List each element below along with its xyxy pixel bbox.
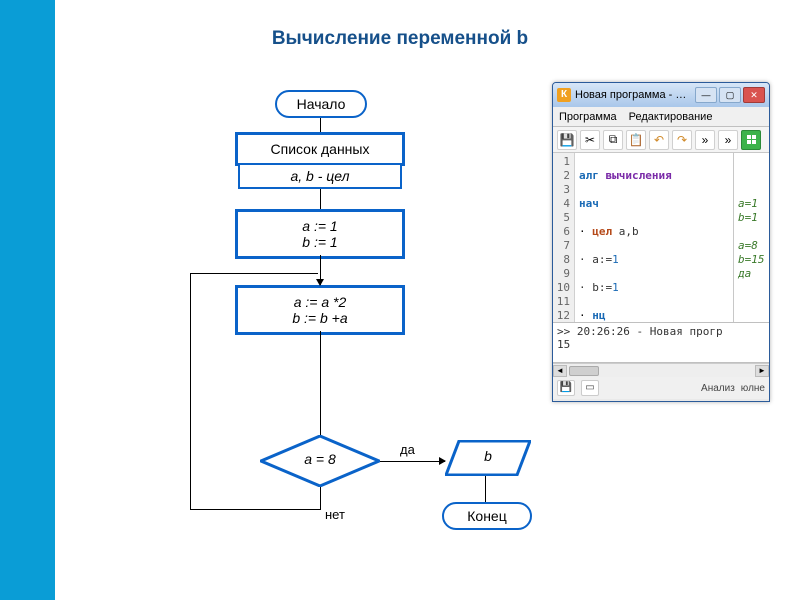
window-title: Новая программа - … (575, 89, 695, 101)
redo-icon[interactable]: ↷ (672, 130, 692, 150)
flow-no-label: нет (325, 507, 345, 522)
toolbar-more-2[interactable]: » (718, 130, 738, 150)
page-title: Вычисление переменной b (0, 28, 800, 50)
flow-start: Начало (275, 90, 367, 118)
flow-init: a := 1 b := 1 (235, 209, 405, 259)
flow-output: b (445, 440, 531, 476)
kumir-window: К Новая программа - … — ▢ ✕ Программа Ре… (552, 82, 770, 402)
menu-program[interactable]: Программа (559, 111, 617, 123)
status-console-icon[interactable]: ▭ (581, 380, 599, 396)
undo-icon[interactable]: ↶ (649, 130, 669, 150)
scroll-right-icon[interactable]: ► (755, 365, 769, 377)
code-editor[interactable]: 123 456 789 101112 алг вычисления нач · … (553, 153, 769, 323)
sidebar-stripe (0, 0, 55, 600)
status-full[interactable]: юлне (741, 383, 765, 394)
status-analyze[interactable]: Анализ (701, 383, 735, 394)
copy-icon[interactable]: ⧉ (603, 130, 623, 150)
save-icon[interactable]: 💾 (557, 130, 577, 150)
window-titlebar[interactable]: К Новая программа - … — ▢ ✕ (553, 83, 769, 107)
flow-data-header: Список данных (235, 132, 405, 166)
line-gutter: 123 456 789 101112 (553, 153, 575, 322)
output-console[interactable]: >> 20:26:26 - Новая прогр 15 (553, 323, 769, 363)
minimize-button[interactable]: — (695, 87, 717, 103)
flow-decision: a = 8 (260, 435, 380, 487)
app-icon: К (557, 88, 571, 102)
code-body[interactable]: алг вычисления нач · цел a,b · a:=1 · b:… (575, 153, 733, 322)
scroll-thumb[interactable] (569, 366, 599, 376)
status-save-icon[interactable]: 💾 (557, 380, 575, 396)
run-icon[interactable] (741, 130, 761, 150)
flow-loop: a := a *2 b := b +a (235, 285, 405, 335)
menubar: Программа Редактирование (553, 107, 769, 127)
toolbar-more-1[interactable]: » (695, 130, 715, 150)
paste-icon[interactable]: 📋 (626, 130, 646, 150)
toolbar: 💾 ✂ ⧉ 📋 ↶ ↷ » » (553, 127, 769, 153)
cut-icon[interactable]: ✂ (580, 130, 600, 150)
maximize-button[interactable]: ▢ (719, 87, 741, 103)
flow-data-decl: a, b - цел (238, 163, 402, 189)
trace-margin: a=1 b=1 a=8 b=15 да (733, 153, 769, 322)
status-bar: 💾 ▭ Анализ юлне (553, 377, 769, 399)
close-button[interactable]: ✕ (743, 87, 765, 103)
flow-start-label: Начало (297, 96, 346, 112)
menu-edit[interactable]: Редактирование (629, 111, 713, 123)
scroll-left-icon[interactable]: ◄ (553, 365, 567, 377)
flow-end: Конец (442, 502, 532, 530)
flow-yes-label: да (400, 442, 415, 457)
horizontal-scrollbar[interactable]: ◄ ► (553, 363, 769, 377)
flowchart: Начало Список данных a, b - цел a := 1 b… (170, 90, 500, 580)
